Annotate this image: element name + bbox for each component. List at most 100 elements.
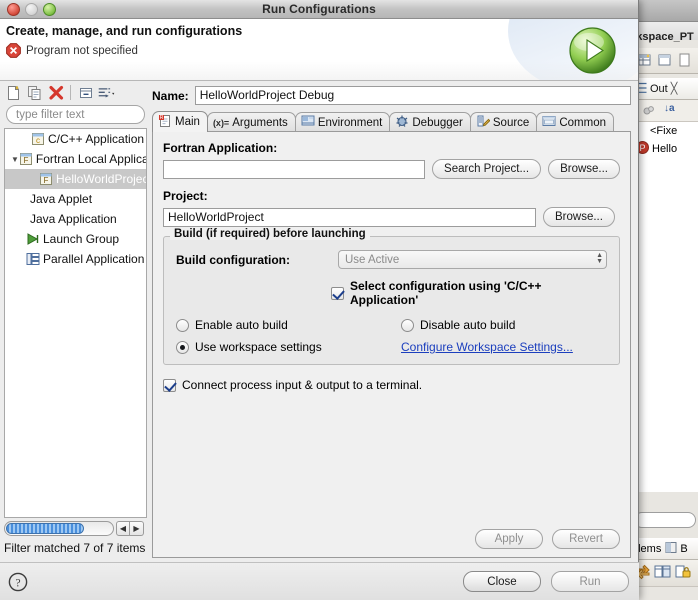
close-button[interactable]: Close bbox=[463, 571, 541, 592]
connect-terminal-checkbox[interactable] bbox=[163, 379, 176, 392]
fortran-app-icon: F bbox=[19, 152, 33, 166]
fortran-application-input[interactable] bbox=[163, 160, 425, 179]
tab-bar: R Main (x)= Arguments Environment bbox=[152, 111, 631, 132]
tab-environment[interactable]: Environment bbox=[295, 112, 391, 132]
scrollbar-thumb[interactable] bbox=[6, 523, 84, 534]
filter-input[interactable]: type filter text bbox=[6, 105, 145, 124]
background-outline-tab[interactable]: Out ╳ bbox=[632, 78, 698, 100]
scroll-right-arrow-icon[interactable]: ▶ bbox=[130, 521, 144, 536]
dialog-header: Create, manage, and run configurations P… bbox=[0, 19, 638, 81]
name-input-value: HelloWorldProject Debug bbox=[200, 88, 335, 102]
background-titlebar bbox=[632, 0, 698, 22]
red-x-icon[interactable] bbox=[46, 83, 65, 102]
search-project-button[interactable]: Search Project... bbox=[432, 159, 541, 179]
run-button[interactable]: Run bbox=[551, 571, 629, 592]
tab-main[interactable]: R Main bbox=[152, 111, 208, 132]
c-app-icon: c bbox=[31, 132, 45, 146]
tree-item-c-cpp-application[interactable]: c C/C++ Application bbox=[5, 129, 146, 149]
minimize-window-button[interactable] bbox=[25, 3, 38, 16]
tab-debugger[interactable]: Debugger bbox=[389, 112, 471, 132]
tab-common[interactable]: Common bbox=[536, 112, 614, 132]
scroll-left-arrow-icon[interactable]: ◀ bbox=[116, 521, 130, 536]
tab-label: Source bbox=[493, 117, 529, 129]
build-configuration-select[interactable]: Use Active ▲▼ bbox=[338, 250, 607, 269]
enable-auto-build-option[interactable]: Enable auto build bbox=[176, 318, 401, 332]
outline-row[interactable]: P Hello bbox=[632, 140, 698, 158]
filter-icon[interactable] bbox=[97, 83, 116, 102]
configurations-tree[interactable]: c C/C++ Application ▼ F Fortran Local Ap… bbox=[4, 128, 147, 518]
select-configuration-label: Select configuration using 'C/C++ Applic… bbox=[350, 279, 607, 307]
background-second-tab-label: B bbox=[680, 543, 687, 555]
build-group: Build (if required) before launching Bui… bbox=[163, 236, 620, 365]
select-configuration-checkbox[interactable] bbox=[331, 287, 344, 300]
environment-tab-icon bbox=[301, 114, 315, 131]
background-workspace-label: rkspace_PT bbox=[632, 31, 696, 43]
close-window-button[interactable] bbox=[7, 3, 20, 16]
project-input[interactable]: HelloWorldProject bbox=[163, 208, 536, 227]
hide-fields-icon[interactable] bbox=[642, 104, 656, 121]
svg-text:F: F bbox=[23, 156, 28, 165]
launch-group-icon bbox=[26, 232, 40, 246]
new-file-icon[interactable] bbox=[678, 53, 692, 70]
new-wizard-icon[interactable] bbox=[638, 53, 652, 70]
name-input[interactable]: HelloWorldProject Debug bbox=[195, 86, 631, 105]
collapse-all-icon[interactable] bbox=[76, 83, 95, 102]
svg-text:?: ? bbox=[15, 577, 20, 589]
help-icon[interactable]: ? bbox=[8, 572, 28, 592]
configure-workspace-settings-link[interactable]: Configure Workspace Settings... bbox=[401, 340, 573, 354]
apply-button[interactable]: Apply bbox=[475, 529, 543, 549]
close-tab-icon[interactable]: ╳ bbox=[671, 82, 678, 95]
tree-item-launch-group[interactable]: Launch Group bbox=[5, 229, 146, 249]
tab-arguments[interactable]: (x)= Arguments bbox=[207, 112, 296, 132]
browse-project-button[interactable]: Browse... bbox=[543, 207, 615, 227]
tree-item-label: C/C++ Application bbox=[48, 132, 144, 146]
new-document-icon[interactable] bbox=[4, 83, 23, 102]
tab-source[interactable]: Source bbox=[470, 112, 537, 132]
sort-icon[interactable]: ↓a bbox=[664, 103, 675, 114]
copy-document-icon[interactable] bbox=[25, 83, 44, 102]
chevron-down-icon[interactable]: ▼ bbox=[11, 155, 19, 164]
zoom-window-button[interactable] bbox=[43, 3, 56, 16]
tree-item-java-application[interactable]: Java Application bbox=[5, 209, 146, 229]
use-workspace-settings-option[interactable]: Use workspace settings bbox=[176, 340, 401, 354]
configurations-toolbar bbox=[4, 82, 147, 103]
svg-text:R: R bbox=[160, 115, 164, 121]
scrollbar-track[interactable] bbox=[4, 521, 114, 536]
project-row: HelloWorldProject Browse... bbox=[163, 207, 620, 227]
revert-button[interactable]: Revert bbox=[552, 529, 620, 549]
svg-text:c: c bbox=[36, 136, 40, 145]
link-with-editor-icon[interactable] bbox=[654, 563, 672, 584]
select-configuration-row[interactable]: Select configuration using 'C/C++ Applic… bbox=[176, 279, 607, 307]
apply-revert-row: Apply Revert bbox=[475, 529, 620, 549]
background-problems-tab[interactable]: blems B bbox=[632, 538, 698, 560]
stepper-icon[interactable]: ▲▼ bbox=[596, 253, 603, 265]
use-workspace-settings-radio[interactable] bbox=[176, 341, 189, 354]
background-problems-toolbar bbox=[632, 560, 698, 586]
build-configuration-label: Build configuration: bbox=[176, 253, 331, 267]
header-message: Program not specified bbox=[26, 45, 138, 57]
tree-item-java-applet[interactable]: Java Applet bbox=[5, 189, 146, 209]
lock-icon[interactable] bbox=[674, 563, 692, 584]
browse-application-button[interactable]: Browse... bbox=[548, 159, 620, 179]
outline-row[interactable]: <Fixe bbox=[632, 122, 698, 140]
debugger-tab-icon bbox=[395, 114, 409, 131]
tree-item-label: Parallel Application bbox=[43, 252, 144, 266]
background-outline-toolbar: ↓a bbox=[632, 100, 698, 122]
configurations-panel: type filter text c C/C++ Application ▼ F… bbox=[4, 82, 147, 560]
fortran-application-row: Search Project... Browse... bbox=[163, 159, 620, 179]
tree-horizontal-scrollbar[interactable]: ◀ ▶ bbox=[4, 520, 147, 537]
new-folder-icon[interactable] bbox=[658, 53, 672, 70]
enable-auto-build-radio[interactable] bbox=[176, 319, 189, 332]
background-search-field[interactable] bbox=[634, 512, 696, 528]
name-row: Name: HelloWorldProject Debug bbox=[152, 86, 631, 105]
run-launch-icon bbox=[569, 27, 616, 74]
terminal-checkbox-row[interactable]: Connect process input & output to a term… bbox=[163, 378, 620, 392]
tree-item-parallel-application[interactable]: Parallel Application bbox=[5, 249, 146, 269]
disable-auto-build-radio[interactable] bbox=[401, 319, 414, 332]
disable-auto-build-option[interactable]: Disable auto build bbox=[401, 318, 515, 332]
tree-item-fortran-local-application[interactable]: ▼ F Fortran Local Applicat bbox=[5, 149, 146, 169]
tree-item-helloworldproject-debug[interactable]: F HelloWorldProject D bbox=[5, 169, 146, 189]
parallel-app-icon bbox=[26, 252, 40, 266]
configuration-editor: Name: HelloWorldProject Debug R Main (x)… bbox=[152, 86, 631, 558]
project-label: Project: bbox=[163, 189, 620, 203]
